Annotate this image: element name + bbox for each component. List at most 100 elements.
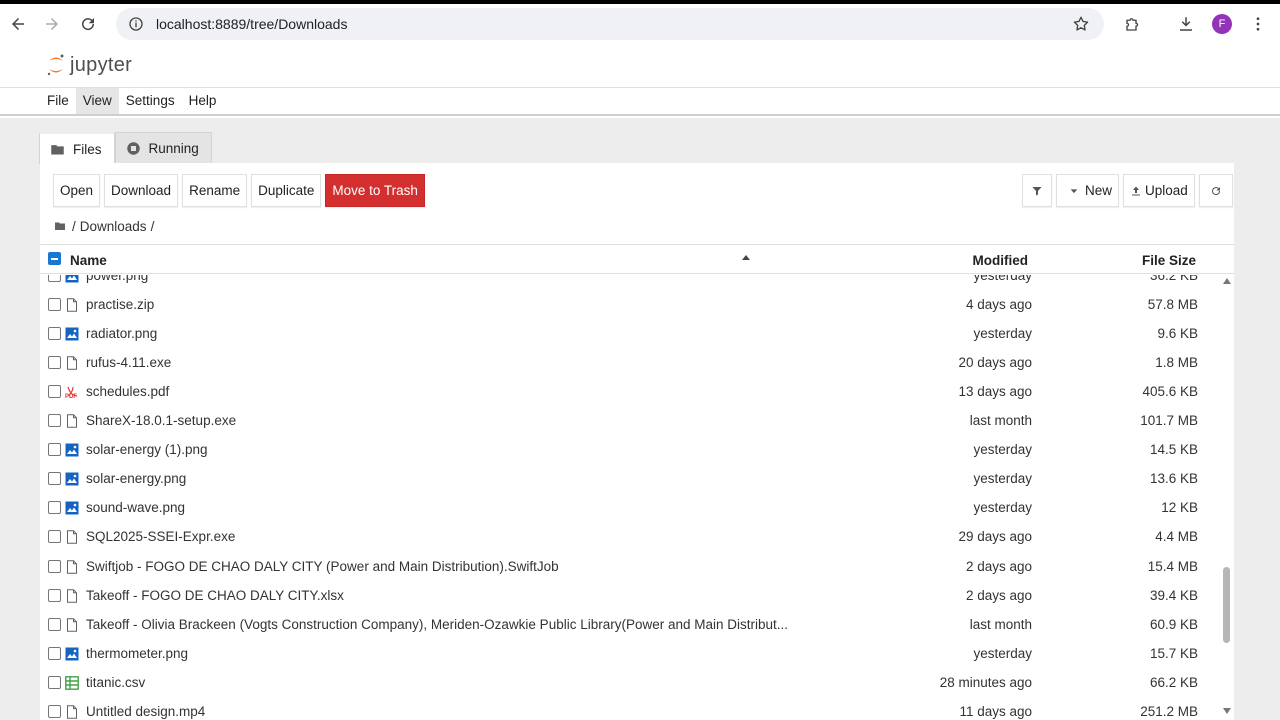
row-checkbox[interactable] — [48, 414, 61, 428]
row-checkbox[interactable] — [48, 501, 61, 515]
row-checkbox[interactable] — [48, 298, 61, 312]
file-name[interactable]: thermometer.png — [86, 646, 188, 661]
menu-file[interactable]: File — [40, 88, 76, 114]
table-row[interactable]: Takeoff - FOGO DE CHAO DALY CITY.xlsx 2 d… — [40, 581, 1220, 610]
menu-settings[interactable]: Settings — [119, 88, 182, 114]
forward-button[interactable] — [34, 6, 70, 42]
file-name[interactable]: schedules.pdf — [86, 384, 169, 399]
row-checkbox[interactable] — [48, 704, 61, 718]
table-row[interactable]: sound-wave.png yesterday 12 KB — [40, 493, 1220, 522]
file-name[interactable]: ShareX-18.0.1-setup.exe — [86, 413, 236, 428]
row-checkbox[interactable] — [48, 443, 61, 457]
row-checkbox[interactable] — [48, 588, 61, 602]
rename-button[interactable]: Rename — [182, 174, 248, 207]
file-icon — [65, 356, 79, 370]
image-file-icon — [65, 472, 79, 486]
file-name[interactable]: SQL2025-SSEI-Expr.exe — [86, 529, 235, 544]
table-row[interactable]: solar-energy.png yesterday 13.6 KB — [40, 464, 1220, 493]
column-name[interactable]: Name — [70, 253, 107, 268]
table-row[interactable]: Takeoff - Olivia Brackeen (Vogts Constru… — [40, 610, 1220, 639]
file-name[interactable]: sound-wave.png — [86, 500, 185, 515]
move-to-trash-button[interactable]: Move to Trash — [325, 174, 425, 207]
jupyter-logo[interactable]: jupyter — [46, 52, 132, 78]
upload-button[interactable]: Upload — [1123, 174, 1195, 207]
menu-view[interactable]: View — [75, 88, 119, 114]
breadcrumb-downloads[interactable]: Downloads — [80, 219, 147, 234]
row-checkbox[interactable] — [48, 327, 61, 341]
file-size: 14.5 KB — [1149, 442, 1198, 458]
file-name[interactable]: radiator.png — [86, 326, 157, 341]
refresh-button[interactable] — [1198, 174, 1233, 207]
scroll-down-icon[interactable] — [1223, 708, 1231, 714]
reload-button[interactable] — [70, 6, 106, 42]
row-checkbox[interactable] — [48, 617, 61, 631]
file-name[interactable]: solar-energy (1).png — [86, 442, 208, 457]
row-checkbox[interactable] — [48, 530, 61, 544]
row-checkbox[interactable] — [48, 646, 61, 660]
column-file-size[interactable]: File Size — [1142, 253, 1196, 268]
table-row[interactable]: Untitled design.mp4 11 days ago 251.2 MB — [40, 697, 1220, 720]
table-row[interactable]: power.png yesterday 36.2 KB — [40, 275, 1220, 290]
scrollbar-thumb[interactable] — [1223, 567, 1230, 643]
tab-files[interactable]: Files — [39, 132, 115, 164]
download-button[interactable]: Download — [104, 174, 179, 207]
bookmark-star-icon[interactable] — [1072, 15, 1090, 33]
table-row[interactable]: thermometer.png yesterday 15.7 KB — [40, 639, 1220, 668]
extensions-button[interactable] — [1117, 8, 1149, 40]
info-icon[interactable] — [128, 16, 144, 32]
row-checkbox[interactable] — [48, 559, 61, 573]
row-checkbox[interactable] — [48, 385, 61, 399]
refresh-icon — [1211, 186, 1220, 195]
duplicate-button[interactable]: Duplicate — [251, 174, 322, 207]
table-row[interactable]: radiator.png yesterday 9.6 KB — [40, 319, 1220, 348]
table-row[interactable]: rufus-4.11.exe 20 days ago 1.8 MB — [40, 348, 1220, 377]
table-row[interactable]: titanic.csv 28 minutes ago 66.2 KB — [40, 668, 1220, 697]
filter-button[interactable] — [1022, 174, 1052, 207]
new-button-label: New — [1085, 183, 1113, 198]
table-row[interactable]: Swiftjob - FOGO DE CHAO DALY CITY (Power… — [40, 552, 1220, 581]
file-name[interactable]: titanic.csv — [86, 675, 145, 690]
image-file-icon — [65, 275, 79, 283]
row-checkbox[interactable] — [48, 356, 61, 370]
scrollbar[interactable] — [1220, 275, 1234, 720]
file-name[interactable]: Swiftjob - FOGO DE CHAO DALY CITY (Power… — [86, 559, 559, 574]
file-modified: yesterday — [973, 645, 1032, 661]
file-modified: 20 days ago — [958, 355, 1032, 371]
file-name[interactable]: practise.zip — [86, 297, 154, 312]
back-button[interactable] — [0, 6, 36, 42]
open-button[interactable]: Open — [53, 174, 101, 207]
select-all-checkbox[interactable] — [48, 252, 61, 265]
file-name[interactable]: power.png — [86, 275, 148, 283]
profile-button[interactable]: F — [1206, 8, 1238, 40]
pdf-file-icon: PDF — [65, 385, 79, 400]
browser-menu-button[interactable] — [1242, 8, 1274, 40]
row-checkbox[interactable] — [48, 472, 61, 486]
row-checkbox[interactable] — [48, 675, 61, 689]
upload-button-label: Upload — [1145, 183, 1188, 198]
menu-help[interactable]: Help — [182, 88, 224, 114]
table-row[interactable]: practise.zip 4 days ago 57.8 MB — [40, 290, 1220, 319]
file-name[interactable]: solar-energy.png — [86, 471, 186, 486]
jupyter-logo-icon — [47, 54, 64, 76]
file-name[interactable]: Takeoff - Olivia Brackeen (Vogts Constru… — [86, 617, 788, 632]
tab-running-label: Running — [148, 141, 199, 156]
file-size: 13.6 KB — [1149, 471, 1198, 487]
table-row[interactable]: ShareX-18.0.1-setup.exe last month 101.7 M… — [40, 406, 1220, 435]
address-bar[interactable]: localhost:8889/tree/Downloads — [116, 8, 1104, 40]
tab-running[interactable]: Running — [114, 132, 212, 164]
table-row[interactable]: SQL2025-SSEI-Expr.exe 29 days ago 4.4 MB — [40, 522, 1220, 551]
scroll-up-icon[interactable] — [1223, 278, 1231, 284]
new-button[interactable]: New — [1056, 174, 1120, 207]
file-name[interactable]: rufus-4.11.exe — [86, 355, 171, 370]
folder-icon[interactable] — [54, 220, 66, 232]
row-checkbox[interactable] — [48, 275, 61, 282]
file-name[interactable]: Takeoff - FOGO DE CHAO DALY CITY.xlsx — [86, 588, 344, 603]
file-modified: 29 days ago — [958, 529, 1032, 545]
downloads-button[interactable] — [1170, 8, 1202, 40]
table-row[interactable]: PDF schedules.pdf 13 days ago 405.6 KB — [40, 377, 1220, 406]
column-modified[interactable]: Modified — [973, 253, 1029, 268]
table-row[interactable]: solar-energy (1).png yesterday 14.5 KB — [40, 435, 1220, 464]
sort-ascending-icon — [742, 255, 750, 260]
file-name[interactable]: Untitled design.mp4 — [86, 704, 205, 719]
breadcrumb: / Downloads / — [54, 216, 154, 236]
